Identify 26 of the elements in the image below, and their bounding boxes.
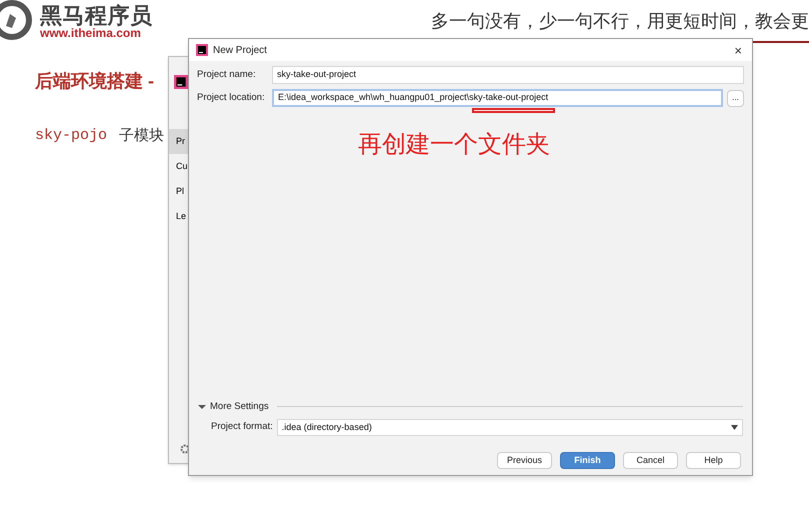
slide-heading: 后端环境搭建 - — [35, 71, 154, 91]
section-title: More Settings — [210, 400, 269, 414]
slide-text: 子模块 — [119, 126, 164, 146]
field-label: Project name: — [197, 68, 257, 82]
format-dropdown[interactable]: .idea (directory-based) — [276, 419, 743, 436]
module-name: sky-pojo — [35, 126, 108, 146]
annotation-text: 再创建一个文件夹 — [358, 130, 550, 160]
collapse-caret-icon[interactable] — [198, 402, 206, 411]
app-logo-icon — [174, 75, 188, 89]
app-logo-icon — [196, 44, 208, 56]
slide-tagline: 多一句没有，少一句不行，用更短时间，教会更 — [430, 10, 809, 34]
field-label: Project location: — [197, 90, 266, 105]
dialog-button[interactable]: Previous — [497, 452, 552, 469]
logo-name: 黑马程序员 — [40, 5, 153, 27]
window-title: New Project — [213, 44, 267, 58]
text-field[interactable]: sky-take-out-project — [272, 66, 744, 84]
dialog-button[interactable]: Cancel — [623, 452, 678, 469]
logo-url: www.itheima.com — [40, 27, 141, 39]
dropdown-caret-icon — [731, 425, 738, 430]
dialog-button[interactable]: Help — [686, 452, 741, 469]
browse-button[interactable]: ... — [727, 90, 744, 106]
dialog-button[interactable]: Finish — [560, 452, 615, 469]
settings-icon — [180, 444, 190, 454]
text-field[interactable]: E:\idea_workspace_wh\wh_huangpu01_project\sky-take-out-project — [272, 89, 723, 107]
field-label: Project format: — [211, 420, 273, 434]
close-button[interactable]: × — [734, 44, 742, 56]
